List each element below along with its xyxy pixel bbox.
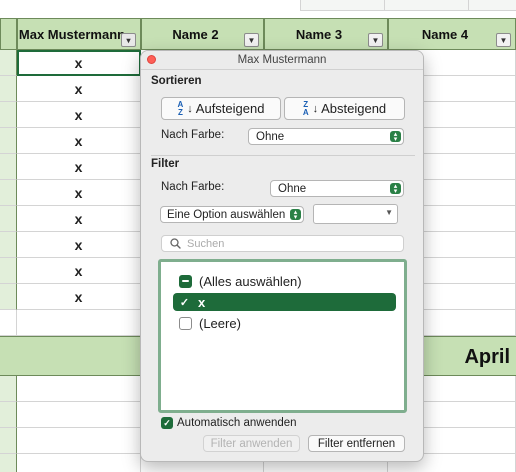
popover-titlebar: Max Mustermann: [141, 51, 423, 70]
sort-ascending-label: Aufsteigend: [195, 101, 265, 116]
header-cell-max-mustermann[interactable]: Max Mustermann ▾: [17, 18, 141, 50]
header-label: Name 2: [172, 26, 219, 42]
table-cell-value[interactable]: x: [17, 128, 141, 154]
divider: [151, 155, 415, 156]
cell[interactable]: [384, 0, 468, 11]
list-item-label: x: [198, 294, 206, 310]
table-cell-value[interactable]: x: [17, 206, 141, 232]
header-cell-name-4[interactable]: Name 4 ▼: [388, 18, 516, 50]
list-item-label: (Leere): [199, 315, 241, 331]
filter-dropdown-icon[interactable]: ▼: [244, 33, 259, 47]
checkbox-mixed-icon[interactable]: [179, 274, 192, 288]
table-cell-value[interactable]: x: [17, 232, 141, 258]
arrow-down-icon: ↓: [187, 102, 193, 115]
sort-by-color-select[interactable]: Ohne ▴ ▾: [248, 128, 404, 145]
table-cell[interactable]: [0, 258, 17, 284]
sort-ascending-icon: AZ: [177, 99, 184, 117]
filter-by-color-label: Nach Farbe:: [161, 181, 225, 193]
table-cell[interactable]: [17, 310, 141, 336]
filter-values-list[interactable]: (Alles auswählen) ✓ x (Leere): [158, 259, 407, 413]
table-cell[interactable]: [0, 310, 17, 336]
sort-ascending-button[interactable]: AZ ↓ Aufsteigend: [161, 97, 281, 120]
table-cell[interactable]: [0, 454, 17, 472]
table-cell[interactable]: [0, 128, 17, 154]
option-value-combobox[interactable]: ▼: [313, 204, 398, 224]
header-row: Max Mustermann ▾ Name 2 ▼ Name 3 ▼ Name …: [0, 18, 516, 50]
table-cell[interactable]: [0, 206, 17, 232]
cell[interactable]: [300, 0, 384, 11]
table-cell-value[interactable]: x: [17, 258, 141, 284]
sort-descending-button[interactable]: ZA ↓ Absteigend: [284, 97, 405, 120]
list-item-empty[interactable]: (Leere): [174, 314, 397, 332]
sort-by-color-label: Nach Farbe:: [161, 129, 225, 141]
list-item-x[interactable]: ✓ x: [173, 293, 396, 311]
table-cell[interactable]: [17, 454, 141, 472]
option-select[interactable]: Eine Option auswählen ▴ ▾: [160, 206, 304, 223]
filter-active-icon[interactable]: ▾: [121, 33, 136, 47]
header-label: Max Mustermann: [18, 26, 126, 42]
sort-heading: Sortieren: [151, 75, 202, 87]
header-cell-blank[interactable]: [0, 18, 17, 50]
list-item-select-all[interactable]: (Alles auswählen): [174, 272, 397, 290]
filter-dropdown-icon[interactable]: ▼: [496, 33, 511, 47]
chevron-down-icon[interactable]: ▼: [385, 208, 393, 217]
filter-by-color-value: Ohne: [278, 182, 307, 195]
table-cell[interactable]: [0, 102, 17, 128]
clear-filter-label: Filter entfernen: [317, 437, 396, 450]
header-cell-name-2[interactable]: Name 2 ▼: [141, 18, 264, 50]
table-cell[interactable]: [0, 428, 17, 454]
clear-filter-button[interactable]: Filter entfernen: [308, 435, 405, 452]
table-cell-value[interactable]: x: [17, 50, 141, 76]
search-icon: [170, 238, 181, 249]
table-cell[interactable]: [0, 376, 17, 402]
search-placeholder: Suchen: [187, 237, 225, 250]
filter-by-color-select[interactable]: Ohne ▴ ▾: [270, 180, 404, 197]
header-label: Name 4: [421, 26, 469, 42]
table-cell-value[interactable]: x: [17, 154, 141, 180]
filter-heading: Filter: [151, 158, 180, 170]
apply-filter-label: Filter anwenden: [210, 437, 293, 450]
sort-descending-icon: ZA: [302, 99, 309, 117]
table-cell[interactable]: [0, 402, 17, 428]
stepper-icon: ▴ ▾: [390, 131, 401, 143]
option-select-value: Eine Option auswählen: [167, 208, 286, 221]
search-input[interactable]: Suchen: [161, 235, 404, 252]
arrow-down-icon: ↓: [312, 102, 319, 115]
table-cell[interactable]: [17, 402, 141, 428]
filter-popover: Max Mustermann Sortieren AZ ↓ Aufsteigen…: [140, 50, 424, 462]
header-label: Name 3: [295, 26, 343, 42]
table-cell[interactable]: [0, 154, 17, 180]
table-cell[interactable]: [0, 232, 17, 258]
table-cell-value[interactable]: x: [17, 76, 141, 102]
auto-apply-label: Automatisch anwenden: [177, 417, 297, 429]
header-cell-name-3[interactable]: Name 3 ▼: [264, 18, 388, 50]
auto-apply-checkbox[interactable]: ✓ Automatisch anwenden: [161, 417, 297, 429]
month-title: April: [464, 346, 510, 368]
sort-descending-label: Absteigend: [321, 101, 387, 116]
table-cell-value[interactable]: x: [17, 102, 141, 128]
table-cell[interactable]: [17, 428, 141, 454]
table-cell[interactable]: [0, 284, 17, 310]
popover-title: Max Mustermann: [237, 54, 327, 66]
sort-by-color-value: Ohne: [256, 130, 285, 143]
table-cell-value[interactable]: x: [17, 180, 141, 206]
stepper-icon: ▴ ▾: [390, 183, 401, 195]
checkbox-icon[interactable]: [179, 316, 192, 330]
list-item-label: (Alles auswählen): [199, 273, 302, 289]
stepper-icon: ▴ ▾: [290, 209, 301, 221]
table-cell[interactable]: [0, 50, 17, 76]
apply-filter-button[interactable]: Filter anwenden: [203, 435, 300, 452]
filter-dropdown-icon[interactable]: ▼: [368, 33, 383, 47]
previous-rows-strip: [0, 0, 516, 18]
table-cell-value[interactable]: x: [17, 284, 141, 310]
table-cell[interactable]: [0, 180, 17, 206]
table-cell[interactable]: [0, 76, 17, 102]
cell[interactable]: [468, 0, 516, 11]
table-cell[interactable]: [17, 376, 141, 402]
checkmark-icon: ✓: [161, 417, 173, 429]
checkmark-icon[interactable]: ✓: [178, 296, 191, 309]
